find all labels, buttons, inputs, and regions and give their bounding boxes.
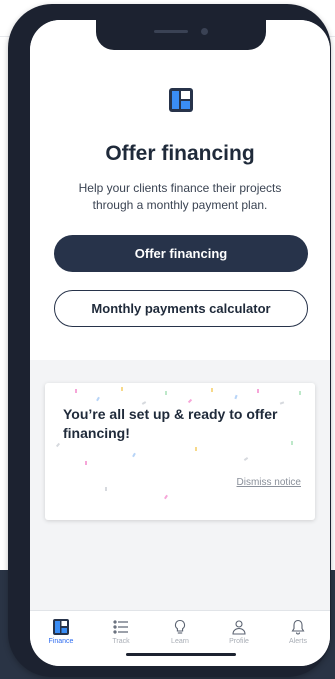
setup-complete-message: You’re all set up & ready to offer finan… bbox=[63, 406, 278, 441]
home-indicator bbox=[126, 653, 236, 656]
grid-logo-icon bbox=[53, 619, 69, 635]
setup-notice-card: You’re all set up & ready to offer finan… bbox=[45, 383, 315, 520]
phone-frame: Offer financing Help your clients financ… bbox=[8, 4, 331, 677]
dismiss-notice-link[interactable]: Dismiss notice bbox=[237, 477, 301, 488]
confetti-piece bbox=[164, 494, 168, 500]
confetti-piece bbox=[132, 452, 136, 458]
offer-financing-button[interactable]: Offer financing bbox=[54, 235, 308, 272]
tab-alerts[interactable]: Alerts bbox=[270, 619, 326, 645]
confetti-piece bbox=[234, 394, 238, 400]
lightbulb-icon bbox=[174, 619, 186, 634]
confetti-piece bbox=[105, 487, 107, 491]
confetti-piece bbox=[85, 461, 87, 465]
tab-learn[interactable]: Learn bbox=[152, 619, 208, 645]
confetti-piece bbox=[165, 391, 167, 395]
front-camera bbox=[201, 28, 208, 35]
financing-hero: Offer financing Help your clients financ… bbox=[30, 20, 330, 360]
confetti-piece bbox=[75, 389, 77, 393]
page-title: Offer financing bbox=[105, 142, 255, 165]
tab-finance[interactable]: Finance bbox=[33, 619, 89, 645]
confetti-piece bbox=[291, 441, 293, 445]
tab-label: Profile bbox=[229, 638, 249, 645]
tab-label: Alerts bbox=[289, 638, 307, 645]
tab-label: Finance bbox=[48, 638, 74, 645]
confetti-piece bbox=[243, 457, 249, 461]
confetti-piece bbox=[299, 391, 301, 395]
page-subtitle: Help your clients finance their projects… bbox=[78, 181, 282, 212]
confetti-piece bbox=[257, 389, 259, 393]
tab-label: Track bbox=[112, 638, 130, 645]
mute-switch bbox=[12, 92, 18, 114]
phone-screen: Offer financing Help your clients financ… bbox=[30, 20, 330, 666]
confetti-piece bbox=[55, 442, 61, 448]
person-icon bbox=[232, 620, 246, 635]
app-logo-icon bbox=[169, 88, 193, 112]
confetti-piece bbox=[96, 396, 100, 402]
monthly-payments-calculator-button[interactable]: Monthly payments calculator bbox=[54, 290, 308, 327]
volume-up-button bbox=[12, 154, 18, 204]
confetti-piece bbox=[121, 387, 123, 391]
tab-label: Learn bbox=[171, 638, 189, 645]
confetti-piece bbox=[195, 447, 197, 451]
volume-down-button bbox=[12, 218, 18, 268]
confetti-piece bbox=[187, 398, 193, 404]
confetti-piece bbox=[211, 388, 213, 392]
list-icon bbox=[113, 620, 128, 634]
speaker-grille bbox=[154, 30, 188, 33]
tab-track[interactable]: Track bbox=[93, 619, 149, 645]
bottom-tab-bar: Finance Track Learn Profile Alerts bbox=[30, 610, 330, 666]
bell-icon bbox=[291, 619, 305, 635]
tab-profile[interactable]: Profile bbox=[211, 619, 267, 645]
phone-notch bbox=[96, 20, 266, 50]
